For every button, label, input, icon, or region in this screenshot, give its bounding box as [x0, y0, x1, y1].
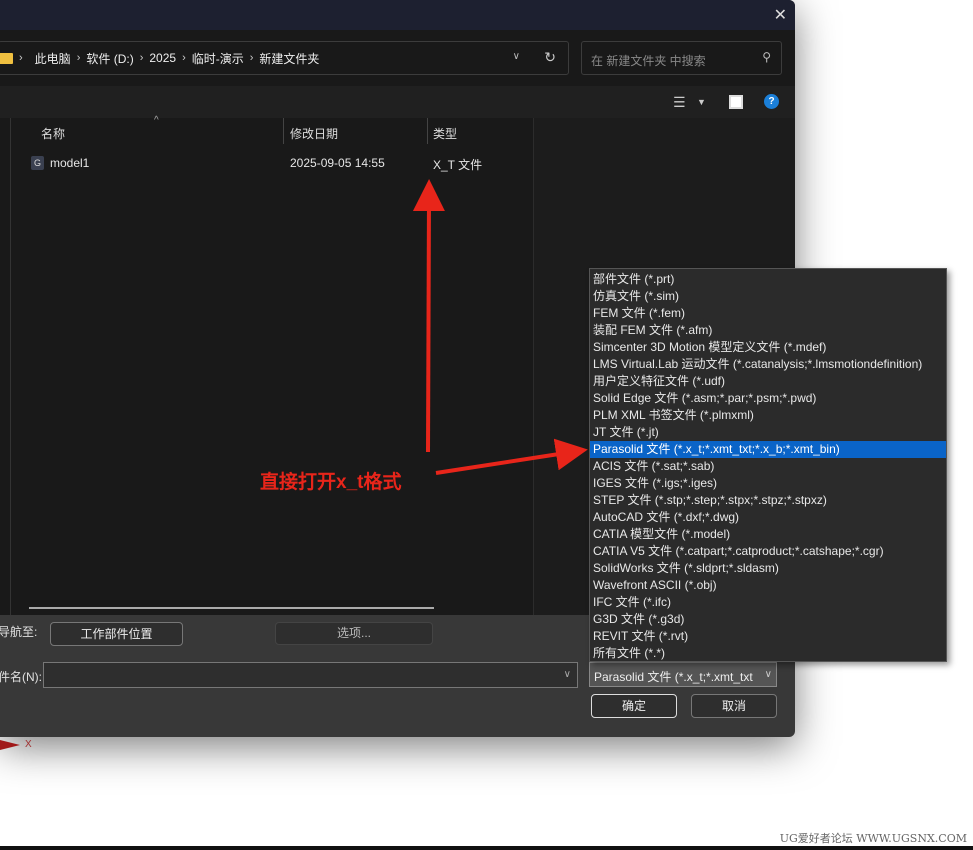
chevron-right-icon: › — [182, 52, 186, 64]
filetype-option[interactable]: JT 文件 (*.jt) — [590, 424, 946, 441]
filename-label: 件名(N): — [0, 670, 42, 684]
file-name: model1 — [50, 156, 90, 170]
breadcrumb-item[interactable]: 临时-演示 — [192, 50, 244, 67]
address-row: › 此电脑 › 软件 (D:) › 2025 › 临时-演示 › 新建文件夹 ∨… — [0, 30, 795, 86]
filetype-select[interactable]: Parasolid 文件 (*.x_t;*.xmt_txt ∨ — [589, 662, 777, 687]
view-menu-icon[interactable]: ☰ — [673, 94, 686, 111]
filetype-option[interactable]: 仿真文件 (*.sim) — [590, 288, 946, 305]
address-bar[interactable]: › 此电脑 › 软件 (D:) › 2025 › 临时-演示 › 新建文件夹 ∨… — [0, 41, 569, 75]
breadcrumb-item[interactable]: 此电脑 — [35, 50, 71, 67]
close-icon[interactable]: ✕ — [774, 5, 787, 25]
sort-ascending-icon: ^ — [154, 115, 159, 126]
title-bar: ✕ — [0, 0, 795, 30]
breadcrumb-item[interactable]: 2025 — [149, 51, 176, 65]
options-button[interactable]: 选项... — [275, 622, 433, 645]
column-divider[interactable] — [427, 118, 428, 144]
column-header-name[interactable]: 名称 — [41, 118, 65, 146]
filetype-option[interactable]: Solid Edge 文件 (*.asm;*.par;*.psm;*.pwd) — [590, 390, 946, 407]
file-type: X_T 文件 — [433, 158, 483, 172]
annotation-text: 直接打开x_t格式 — [260, 472, 402, 493]
filetype-option[interactable]: 用户定义特征文件 (*.udf) — [590, 373, 946, 390]
search-input[interactable]: 在 新建文件夹 中搜索 ⚲ — [581, 41, 782, 75]
filetype-option[interactable]: 所有文件 (*.*) — [590, 645, 946, 662]
file-modified: 2025-09-05 14:55 — [290, 156, 385, 170]
filetype-option[interactable]: Wavefront ASCII (*.obj) — [590, 577, 946, 594]
axis-triad: X — [0, 738, 32, 752]
filetype-option[interactable]: PLM XML 书签文件 (*.plmxml) — [590, 407, 946, 424]
filetype-option[interactable]: 装配 FEM 文件 (*.afm) — [590, 322, 946, 339]
work-part-location-button[interactable]: 工作部件位置 — [50, 622, 183, 646]
refresh-icon[interactable]: ↻ — [544, 49, 556, 66]
chevron-down-icon[interactable]: ∨ — [513, 51, 520, 62]
navigation-pane — [0, 118, 10, 615]
chevron-down-icon: ∨ — [764, 669, 772, 680]
filetype-option[interactable]: STEP 文件 (*.stp;*.step;*.stpx;*.stpz;*.st… — [590, 492, 946, 509]
breadcrumb-item[interactable]: 新建文件夹 — [259, 50, 319, 67]
filetype-option[interactable]: IFC 文件 (*.ifc) — [590, 594, 946, 611]
folder-icon — [0, 52, 13, 64]
filetype-option[interactable]: G3D 文件 (*.g3d) — [590, 611, 946, 628]
filetype-option[interactable]: ACIS 文件 (*.sat;*.sab) — [590, 458, 946, 475]
breadcrumb-item[interactable]: 软件 (D:) — [86, 50, 133, 67]
toolbar: ☰ ▼ ? — [0, 86, 795, 118]
navigate-label: 导航至: — [0, 625, 38, 639]
chevron-right-icon: › — [139, 52, 144, 64]
filetype-option[interactable]: REVIT 文件 (*.rvt) — [590, 628, 946, 645]
horizontal-scrollbar[interactable] — [29, 607, 434, 609]
bottom-border — [0, 846, 973, 850]
filetype-option[interactable]: SolidWorks 文件 (*.sldprt;*.sldasm) — [590, 560, 946, 577]
chevron-down-icon[interactable]: ∨ — [564, 669, 571, 680]
axis-label: X — [25, 739, 32, 750]
filetype-option[interactable]: Parasolid 文件 (*.x_t;*.xmt_txt;*.x_b;*.xm… — [590, 441, 946, 458]
chevron-right-icon: › — [76, 52, 81, 64]
watermark: UG爱好者论坛 WWW.UGSNX.COM — [779, 832, 967, 845]
file-row[interactable]: G model1 2025-09-05 14:55 X_T 文件 — [11, 156, 531, 174]
chevron-right-icon: › — [19, 52, 23, 64]
filetype-option[interactable]: CATIA 模型文件 (*.model) — [590, 526, 946, 543]
filename-input[interactable]: ∨ — [43, 662, 578, 688]
filetype-option[interactable]: AutoCAD 文件 (*.dxf;*.dwg) — [590, 509, 946, 526]
preview-pane-icon[interactable] — [729, 95, 743, 109]
search-placeholder: 在 新建文件夹 中搜索 — [591, 54, 706, 68]
filetype-option[interactable]: LMS Virtual.Lab 运动文件 (*.catanalysis;*.lm… — [590, 356, 946, 373]
chevron-right-icon: › — [249, 52, 254, 64]
filetype-option[interactable]: Simcenter 3D Motion 模型定义文件 (*.mdef) — [590, 339, 946, 356]
ok-button[interactable]: 确定 — [591, 694, 677, 718]
nx-file-icon: G — [31, 156, 44, 170]
filetype-option[interactable]: CATIA V5 文件 (*.catpart;*.catproduct;*.ca… — [590, 543, 946, 560]
filetype-value: Parasolid 文件 (*.x_t;*.xmt_txt — [594, 670, 753, 684]
caret-down-icon[interactable]: ▼ — [697, 97, 706, 107]
filetype-dropdown-list: 部件文件 (*.prt) 仿真文件 (*.sim) FEM 文件 (*.fem) 装配… — [589, 268, 947, 662]
column-divider[interactable] — [283, 118, 284, 144]
filetype-option[interactable]: FEM 文件 (*.fem) — [590, 305, 946, 322]
column-header-type[interactable]: 类型 — [433, 118, 457, 146]
column-header-modified[interactable]: 修改日期 — [290, 118, 338, 146]
filetype-option[interactable]: 部件文件 (*.prt) — [590, 271, 946, 288]
cancel-button[interactable]: 取消 — [691, 694, 777, 718]
help-icon[interactable]: ? — [764, 94, 779, 109]
search-icon: ⚲ — [762, 50, 771, 64]
file-list: ^ 名称 修改日期 类型 G model1 2025-09-05 14:55 X… — [10, 115, 533, 615]
x-axis-arrow-icon — [0, 740, 20, 750]
filetype-option[interactable]: IGES 文件 (*.igs;*.iges) — [590, 475, 946, 492]
